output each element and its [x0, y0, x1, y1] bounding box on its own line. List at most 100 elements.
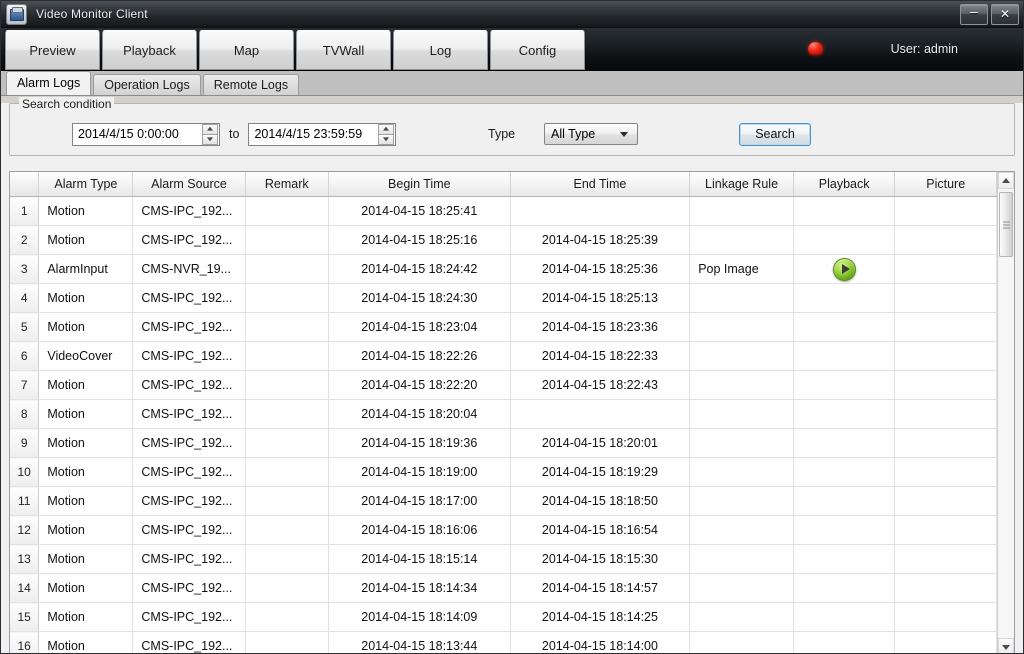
column-header-remark[interactable]: Remark [245, 172, 329, 197]
tab-remote-logs[interactable]: Remote Logs [202, 74, 300, 95]
column-header-linkage-rule[interactable]: Linkage Rule [689, 172, 794, 197]
cell-remark [245, 428, 329, 458]
nav-button-tvwall[interactable]: TVWall [296, 30, 391, 70]
chevron-down-icon [620, 131, 628, 137]
nav-button-config[interactable]: Config [490, 30, 585, 70]
alarm-lamp-icon[interactable] [807, 41, 824, 57]
cell-remark [245, 515, 329, 545]
cell-begin-time: 2014-04-15 18:22:20 [328, 370, 511, 400]
cell-remark [245, 196, 329, 226]
vertical-scrollbar[interactable] [997, 172, 1014, 653]
cell-begin-time: 2014-04-15 18:25:41 [328, 196, 511, 226]
nav-button-playback[interactable]: Playback [102, 30, 197, 70]
sub-tabs: Alarm Logs Operation Logs Remote Logs [6, 71, 301, 95]
row-index: 6 [10, 341, 40, 371]
table-row[interactable]: 11 Motion CMS-IPC_192... 2014-04-15 18:17:0… [10, 486, 997, 516]
cell-picture [894, 254, 997, 284]
cell-remark [245, 399, 329, 429]
cell-alarm-source: CMS-IPC_192... [132, 573, 246, 603]
start-time-stepper[interactable] [202, 123, 218, 145]
column-header-picture[interactable]: Picture [894, 172, 997, 197]
table-row[interactable]: 8 Motion CMS-IPC_192... 2014-04-15 18:20:04 [10, 399, 997, 429]
nav-button-preview[interactable]: Preview [5, 30, 100, 70]
cell-alarm-type: Motion [38, 196, 134, 226]
cell-alarm-type: VideoCover [38, 341, 134, 371]
start-time-input[interactable]: 2014/4/15 0:00:00 [72, 122, 220, 146]
cell-playback [793, 602, 896, 632]
type-select[interactable]: All Type [544, 123, 638, 145]
cell-picture [894, 573, 997, 603]
table-row[interactable]: 6 VideoCover CMS-IPC_192... 2014-04-15 18:2… [10, 341, 997, 371]
start-time-step-up[interactable] [202, 123, 218, 134]
table-row[interactable]: 5 Motion CMS-IPC_192... 2014-04-15 18:23:04… [10, 312, 997, 342]
cell-remark [245, 254, 329, 284]
cell-alarm-source: CMS-IPC_192... [132, 486, 246, 516]
table-row[interactable]: 2 Motion CMS-IPC_192... 2014-04-15 18:25:16… [10, 225, 997, 255]
table-row[interactable]: 16 Motion CMS-IPC_192... 2014-04-15 18:13:4… [10, 631, 997, 653]
title-bar: Video Monitor Client – ✕ [1, 1, 1023, 28]
start-time-step-down[interactable] [202, 133, 218, 145]
search-button[interactable]: Search [739, 122, 811, 146]
table-row[interactable]: 12 Motion CMS-IPC_192... 2014-04-15 18:16:0… [10, 515, 997, 545]
table-row[interactable]: 7 Motion CMS-IPC_192... 2014-04-15 18:22:20… [10, 370, 997, 400]
column-header-begin-time[interactable]: Begin Time [328, 172, 511, 197]
cell-alarm-type: Motion [38, 370, 134, 400]
column-header-end-time[interactable]: End Time [510, 172, 691, 197]
table-row[interactable]: 13 Motion CMS-IPC_192... 2014-04-15 18:15:1… [10, 544, 997, 574]
cell-playback [793, 225, 896, 255]
table-row[interactable]: 14 Motion CMS-IPC_192... 2014-04-15 18:14:3… [10, 573, 997, 603]
play-icon[interactable] [832, 257, 856, 281]
scroll-up-arrow-icon[interactable] [998, 172, 1014, 189]
end-time-step-down[interactable] [378, 133, 395, 145]
column-header-alarm-source[interactable]: Alarm Source [132, 172, 246, 197]
end-time-input[interactable]: 2014/4/15 23:59:59 [248, 122, 397, 146]
column-header-playback[interactable]: Playback [793, 172, 896, 197]
minimize-button[interactable]: – [960, 4, 988, 25]
scroll-down-arrow-icon[interactable] [998, 638, 1014, 653]
nav-button-log[interactable]: Log [393, 30, 488, 70]
cell-playback [793, 341, 896, 371]
cell-picture [894, 370, 997, 400]
cell-picture [894, 399, 997, 429]
cell-end-time: 2014-04-15 18:25:39 [510, 225, 691, 255]
content-panel: Search condition 2014/4/15 0:00:00 to 20… [1, 97, 1023, 653]
cell-playback [793, 254, 896, 284]
tab-alarm-logs[interactable]: Alarm Logs [6, 71, 92, 95]
table-row[interactable]: 10 Motion CMS-IPC_192... 2014-04-15 18:19:0… [10, 457, 997, 487]
cell-picture [894, 544, 997, 574]
close-button[interactable]: ✕ [991, 4, 1019, 25]
tab-operation-logs[interactable]: Operation Logs [93, 74, 201, 95]
cell-remark [245, 544, 329, 574]
cell-linkage-rule [689, 341, 794, 371]
nav-button-map[interactable]: Map [199, 30, 294, 70]
table-row[interactable]: 15 Motion CMS-IPC_192... 2014-04-15 18:14:0… [10, 602, 997, 632]
cell-playback [793, 312, 896, 342]
scrollbar-thumb[interactable] [999, 192, 1013, 257]
cell-remark [245, 631, 329, 653]
table-row[interactable]: 9 Motion CMS-IPC_192... 2014-04-15 18:19:36… [10, 428, 997, 458]
table-row[interactable]: 1 Motion CMS-IPC_192... 2014-04-15 18:25:41 [10, 196, 997, 226]
cell-begin-time: 2014-04-15 18:15:14 [328, 544, 511, 574]
minimize-icon: – [970, 3, 978, 19]
end-time-stepper[interactable] [378, 123, 395, 145]
cell-linkage-rule [689, 283, 794, 313]
cell-alarm-type: Motion [38, 457, 134, 487]
cell-begin-time: 2014-04-15 18:22:26 [328, 341, 511, 371]
search-condition-group: Search condition 2014/4/15 0:00:00 to 20… [9, 97, 1015, 156]
cell-alarm-type: Motion [38, 602, 134, 632]
table-row[interactable]: 3 AlarmInput CMS-NVR_19... 2014-04-15 18:24… [10, 254, 997, 284]
cell-linkage-rule [689, 573, 794, 603]
cell-begin-time: 2014-04-15 18:14:34 [328, 573, 511, 603]
cell-alarm-source: CMS-IPC_192... [132, 602, 246, 632]
end-time-step-up[interactable] [378, 123, 395, 134]
column-header-alarm-type[interactable]: Alarm Type [38, 172, 134, 197]
cell-end-time: 2014-04-15 18:16:54 [510, 515, 691, 545]
table-row[interactable]: 4 Motion CMS-IPC_192... 2014-04-15 18:24:30… [10, 283, 997, 313]
cell-begin-time: 2014-04-15 18:19:36 [328, 428, 511, 458]
end-time-value: 2014/4/15 23:59:59 [254, 127, 363, 141]
current-user-label: User: admin [890, 42, 958, 56]
cell-playback [793, 283, 896, 313]
row-index: 16 [10, 631, 40, 653]
cell-picture [894, 486, 997, 516]
column-header-index[interactable] [10, 172, 40, 197]
